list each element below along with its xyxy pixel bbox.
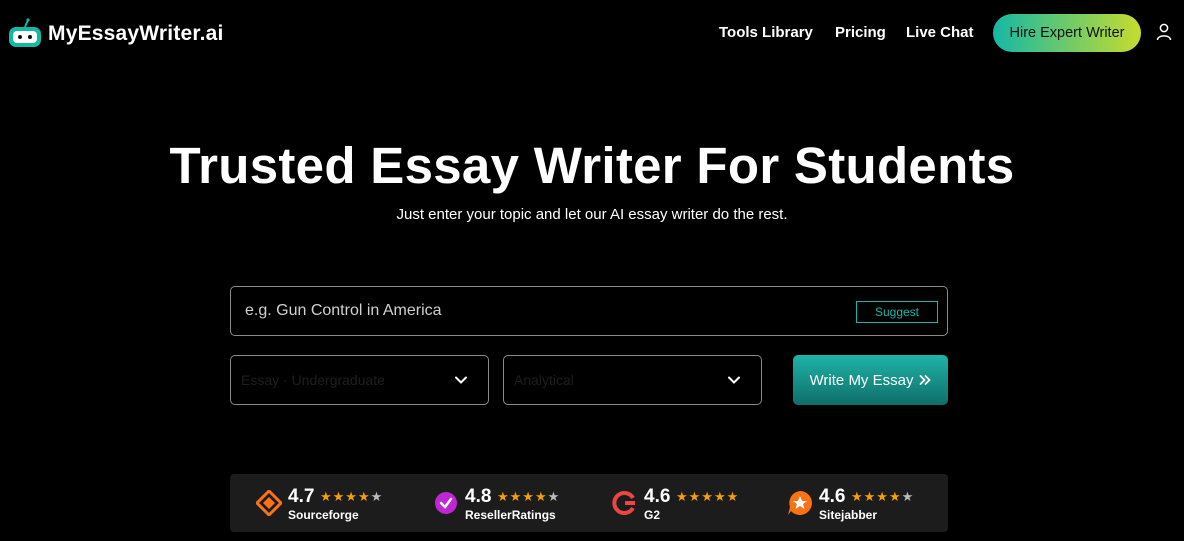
page-subtitle: Just enter your topic and let our AI ess…: [396, 206, 788, 223]
sitejabber-icon: [788, 491, 812, 515]
topic-input[interactable]: [245, 299, 845, 323]
suggest-button[interactable]: Suggest: [856, 301, 938, 323]
rating-stars: ★★★★★: [320, 489, 384, 504]
rating-score: 4.8: [465, 486, 492, 507]
essay-level-value: Essay · Undergraduate: [241, 372, 385, 388]
logo-text: MyEssayWriter.ai: [48, 22, 224, 45]
sourceforge-icon: [256, 490, 282, 516]
chevron-down-icon: [728, 376, 740, 384]
page-title: Trusted Essay Writer For Students: [169, 137, 1015, 194]
essay-level-select[interactable]: Essay · Undergraduate: [230, 355, 489, 405]
ratings-bar: 4.7 ★★★★★ Sourceforge 4.8 ★★★★★ Reseller…: [230, 474, 948, 532]
rating-stars: ★★★★★: [676, 489, 740, 504]
rating-source-name: Sitejabber: [819, 508, 878, 522]
write-my-essay-button[interactable]: Write My Essay: [793, 355, 948, 405]
hire-expert-writer-button[interactable]: Hire Expert Writer: [993, 14, 1141, 52]
site-header: MyEssayWriter.ai Tools Library Pricing L…: [0, 0, 1184, 68]
essay-type-value: Analytical: [514, 372, 574, 388]
topic-input-box: Suggest: [230, 286, 948, 336]
rating-source-name: Sourceforge: [288, 508, 359, 522]
rating-stars: ★★★★★: [851, 489, 915, 504]
resellerratings-icon: [435, 492, 457, 514]
double-chevron-right-icon: [920, 375, 932, 385]
rating-score: 4.6: [819, 486, 846, 507]
rating-source-name: ResellerRatings: [465, 508, 556, 522]
rating-score: 4.6: [644, 486, 671, 507]
essay-type-select[interactable]: Analytical: [503, 355, 762, 405]
nav-tools-library[interactable]: Tools Library: [719, 24, 813, 41]
rating-score: 4.7: [288, 486, 315, 507]
logo[interactable]: MyEssayWriter.ai: [8, 18, 224, 50]
nav-pricing[interactable]: Pricing: [835, 24, 886, 41]
robot-logo-icon: [9, 18, 41, 47]
write-my-essay-label: Write My Essay: [809, 371, 914, 389]
g2-icon: [612, 491, 635, 515]
nav-live-chat[interactable]: Live Chat: [906, 24, 974, 41]
rating-source-name: G2: [644, 508, 661, 522]
rating-stars: ★★★★★: [497, 489, 561, 504]
chevron-down-icon: [455, 376, 467, 384]
user-icon[interactable]: [1156, 23, 1172, 41]
